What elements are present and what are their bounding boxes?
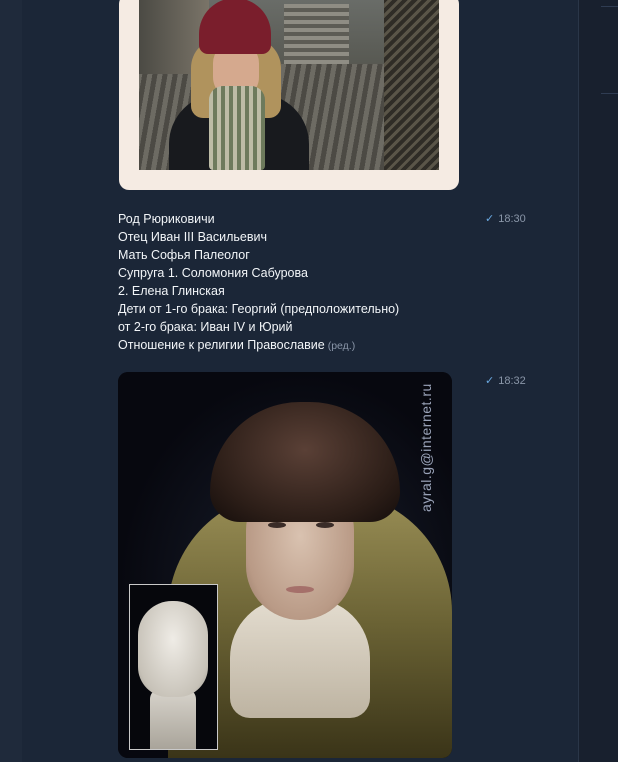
bust-inset-image: [129, 584, 218, 750]
photo-message[interactable]: [119, 0, 459, 190]
panel-divider: [601, 93, 618, 94]
message-line: 2. Елена Глинская: [118, 284, 225, 298]
message-meta: ✓ 18:32: [485, 374, 526, 388]
check-icon: ✓: [485, 213, 495, 225]
text-message[interactable]: Род Рюриковичи Отец Иван III Васильевич …: [118, 210, 478, 355]
edited-label: (ред.): [327, 340, 356, 352]
message-line: Род Рюриковичи: [118, 212, 215, 226]
message-time: 18:30: [498, 212, 526, 225]
photo-woman-street[interactable]: [139, 0, 439, 170]
message-line: Мать Софья Палеолог: [118, 248, 250, 262]
message-line: от 2-го брака: Иван IV и Юрий: [118, 320, 293, 334]
photo-message[interactable]: ayral.g@internet.ru: [118, 372, 452, 758]
message-line-last: Отношение к религии Православие (ред.): [118, 336, 478, 355]
message-line-text: Отношение к религии Православие: [118, 338, 325, 352]
panel-divider: [601, 6, 618, 7]
right-panel: [578, 0, 618, 762]
message-line: Дети от 1-го брака: Георгий (предположит…: [118, 302, 400, 316]
message-line: Отец Иван III Васильевич: [118, 230, 268, 244]
message-line: Супруга 1. Соломония Сабурова: [118, 266, 308, 280]
check-icon: ✓: [485, 375, 495, 387]
message-time: 18:32: [498, 374, 526, 387]
left-gutter: [0, 0, 23, 762]
watermark-text: ayral.g@internet.ru: [418, 383, 434, 512]
message-meta: ✓ 18:30: [485, 212, 526, 226]
